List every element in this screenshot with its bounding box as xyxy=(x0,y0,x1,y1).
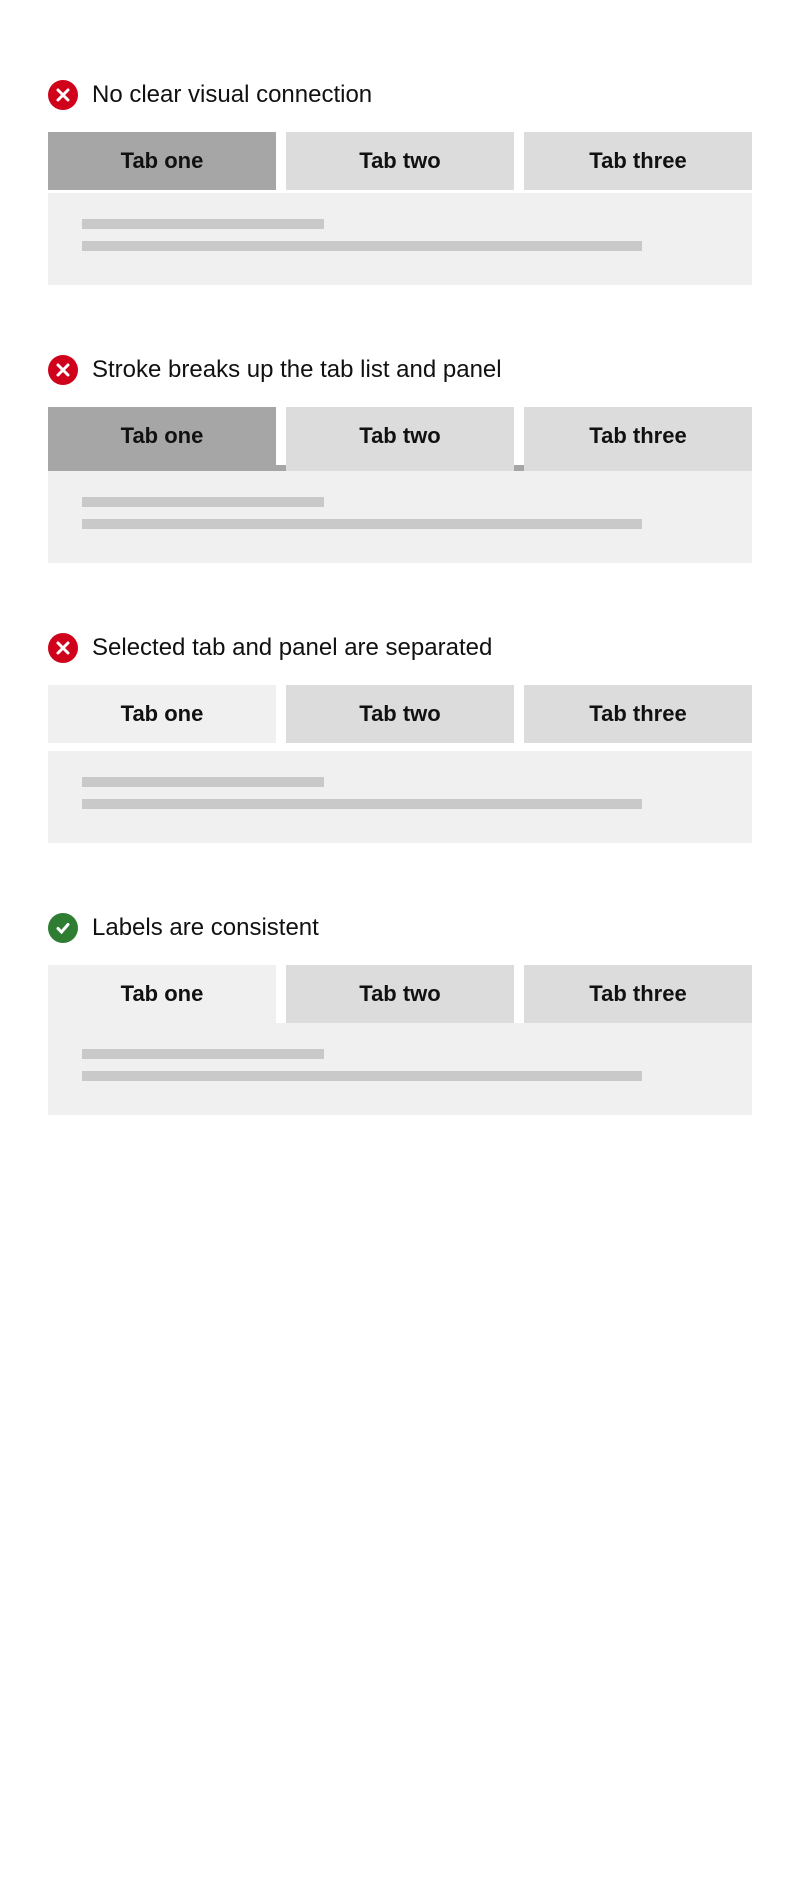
placeholder-line xyxy=(82,241,642,251)
cross-icon xyxy=(48,80,78,110)
caption-row: Stroke breaks up the tab list and panel xyxy=(48,355,752,385)
tab-one[interactable]: Tab one xyxy=(48,685,276,743)
tab-two[interactable]: Tab two xyxy=(286,132,514,190)
example-separated: Selected tab and panel are separated Tab… xyxy=(48,633,752,843)
tablist: Tab one Tab two Tab three xyxy=(48,965,752,1023)
caption-text: Selected tab and panel are separated xyxy=(92,634,492,662)
tab-panel xyxy=(48,193,752,285)
placeholder-line xyxy=(82,1071,642,1081)
placeholder-line xyxy=(82,799,642,809)
caption-row: Selected tab and panel are separated xyxy=(48,633,752,663)
tab-one[interactable]: Tab one xyxy=(48,407,276,471)
placeholder-line xyxy=(82,519,642,529)
placeholder-line xyxy=(82,1049,324,1059)
tab-three[interactable]: Tab three xyxy=(524,132,752,190)
example-stroke-break: Stroke breaks up the tab list and panel … xyxy=(48,355,752,563)
caption-text: Stroke breaks up the tab list and panel xyxy=(92,356,502,384)
example-no-connection: No clear visual connection Tab one Tab t… xyxy=(48,80,752,285)
cross-icon xyxy=(48,633,78,663)
placeholder-line xyxy=(82,497,324,507)
tablist: Tab one Tab two Tab three xyxy=(48,132,752,190)
tab-panel xyxy=(48,1023,752,1115)
tab-two[interactable]: Tab two xyxy=(286,965,514,1023)
tab-two[interactable]: Tab two xyxy=(286,407,514,471)
tablist-with-stroke: Tab one Tab two Tab three xyxy=(48,407,752,471)
tab-panel xyxy=(48,471,752,563)
caption-text: Labels are consistent xyxy=(92,914,319,942)
tab-three[interactable]: Tab three xyxy=(524,407,752,471)
tab-one[interactable]: Tab one xyxy=(48,132,276,190)
example-consistent: Labels are consistent Tab one Tab two Ta… xyxy=(48,913,752,1115)
check-icon xyxy=(48,913,78,943)
caption-row: No clear visual connection xyxy=(48,80,752,110)
caption-row: Labels are consistent xyxy=(48,913,752,943)
tablist: Tab one Tab two Tab three xyxy=(48,685,752,743)
tablist: Tab one Tab two Tab three xyxy=(48,407,752,471)
cross-icon xyxy=(48,355,78,385)
tab-three[interactable]: Tab three xyxy=(524,965,752,1023)
tab-two[interactable]: Tab two xyxy=(286,685,514,743)
placeholder-line xyxy=(82,777,324,787)
caption-text: No clear visual connection xyxy=(92,81,372,109)
tab-one[interactable]: Tab one xyxy=(48,965,276,1023)
tab-panel xyxy=(48,751,752,843)
placeholder-line xyxy=(82,219,324,229)
tab-three[interactable]: Tab three xyxy=(524,685,752,743)
